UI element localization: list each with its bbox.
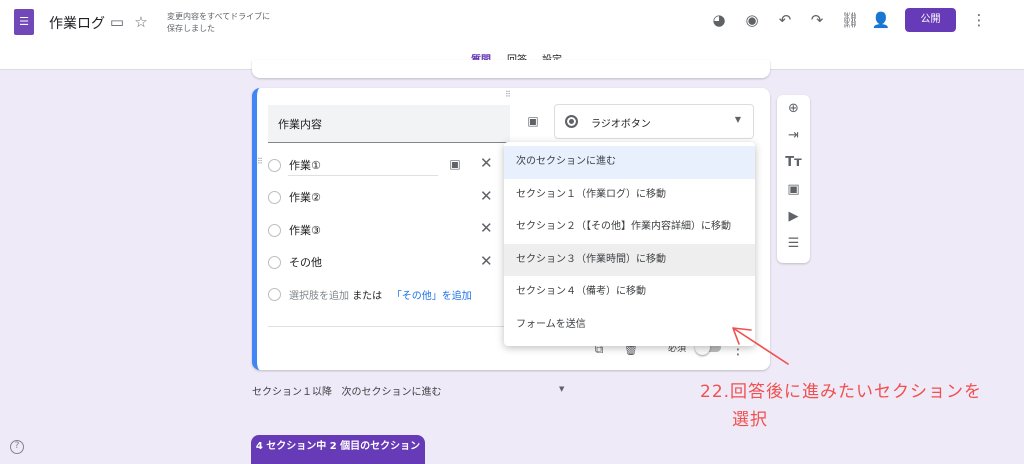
save-status-line1: 変更内容をすべてドライブに bbox=[167, 12, 271, 21]
after-section-row[interactable]: セクション１以降 次のセクションに進む ▼ bbox=[252, 383, 572, 398]
question-title: 作業内容 bbox=[278, 118, 322, 131]
dropdown-arrow-icon: ▼ bbox=[559, 385, 565, 393]
option-3[interactable]: 作業③ bbox=[268, 222, 321, 238]
radio-icon bbox=[268, 223, 281, 237]
option-label[interactable]: 作業② bbox=[289, 189, 321, 205]
option-1[interactable]: 作業① bbox=[268, 157, 321, 173]
remove-option-icon[interactable]: ✕ bbox=[480, 219, 493, 237]
annotation-arrow bbox=[732, 327, 789, 365]
add-image-icon[interactable]: ▣ bbox=[777, 176, 810, 203]
undo-icon[interactable]: ↶ bbox=[774, 10, 796, 30]
radio-icon bbox=[268, 158, 281, 172]
add-option-row: 選択肢を追加 または 「その他」を追加 bbox=[268, 287, 472, 302]
option-2[interactable]: 作業② bbox=[268, 189, 321, 205]
option-label[interactable]: 作業① bbox=[289, 157, 321, 173]
folder-icon[interactable]: ▭ bbox=[106, 12, 128, 32]
radio-icon bbox=[268, 255, 281, 269]
add-section-icon[interactable]: ☰ bbox=[777, 230, 810, 257]
menu-item-section-2[interactable]: セクション２（【その他】作業内容詳細）に移動 bbox=[504, 211, 755, 244]
link-icon[interactable]: ⛓ bbox=[839, 10, 861, 30]
option-label[interactable]: その他 bbox=[289, 254, 322, 270]
add-question-icon[interactable]: ⊕ bbox=[777, 95, 810, 122]
add-option-link[interactable]: 選択肢を追加 bbox=[289, 287, 349, 302]
option-image-icon[interactable]: ▣ bbox=[444, 154, 466, 174]
radio-icon bbox=[268, 190, 281, 204]
add-title-icon[interactable]: Tт bbox=[777, 149, 810, 176]
menu-item-section-3[interactable]: セクション３（作業時間）に移動 bbox=[504, 243, 755, 276]
add-video-icon[interactable]: ▶ bbox=[777, 203, 810, 230]
more-vert-icon[interactable]: ⋮ bbox=[968, 10, 990, 30]
or-text: または bbox=[352, 291, 383, 302]
forms-logo-icon: ☰ bbox=[14, 9, 34, 35]
option-drag-icon[interactable]: ⠿ bbox=[257, 157, 263, 166]
option-underline bbox=[288, 175, 438, 176]
annotation-line-1: 22.回答後に進みたいセクションを bbox=[700, 382, 983, 402]
question-type-select[interactable]: ラジオボタン ▼ bbox=[554, 104, 754, 139]
redo-icon[interactable]: ↷ bbox=[806, 10, 828, 30]
remove-option-icon[interactable]: ✕ bbox=[480, 154, 493, 172]
annotation-line-2: 選択 bbox=[732, 410, 768, 430]
star-icon[interactable]: ☆ bbox=[130, 12, 152, 32]
import-questions-icon[interactable]: ⇥ bbox=[777, 122, 810, 149]
dropdown-arrow-icon: ▼ bbox=[734, 115, 741, 124]
remove-option-icon[interactable]: ✕ bbox=[480, 252, 493, 270]
menu-item-next-section[interactable]: 次のセクションに進む bbox=[504, 146, 755, 179]
option-label[interactable]: 作業③ bbox=[289, 222, 321, 238]
add-collaborator-icon[interactable]: 👤 bbox=[870, 10, 892, 30]
preview-eye-icon[interactable]: ◉ bbox=[741, 10, 763, 30]
save-status: 変更内容をすべてドライブに 保存しました bbox=[167, 11, 270, 35]
menu-item-section-4[interactable]: セクション４（備考）に移動 bbox=[504, 276, 755, 309]
form-title[interactable]: 作業ログ bbox=[49, 13, 105, 33]
add-other-link[interactable]: 「その他」を追加 bbox=[392, 287, 472, 302]
after-section-value[interactable]: 次のセクションに進む bbox=[342, 387, 442, 398]
menu-item-section-1[interactable]: セクション１（作業ログ）に移動 bbox=[504, 179, 755, 212]
annotation-text: 22.回答後に進みたいセクションを 選択 bbox=[700, 378, 982, 434]
publish-button[interactable]: 公開 bbox=[905, 8, 956, 32]
image-icon[interactable]: ▣ bbox=[522, 111, 544, 131]
question-title-input[interactable]: 作業内容 bbox=[268, 105, 510, 143]
section-count-tab: 4 セクション中 2 個目のセクション bbox=[251, 435, 425, 464]
previous-card bbox=[252, 60, 770, 78]
go-to-section-menu: 次のセクションに進む セクション１（作業ログ）に移動 セクション２（【その他】作… bbox=[504, 142, 755, 346]
remove-option-icon[interactable]: ✕ bbox=[480, 187, 493, 205]
option-other[interactable]: その他 bbox=[268, 254, 322, 270]
save-status-line2: 保存しました bbox=[167, 24, 215, 33]
after-section-label: セクション１以降 bbox=[252, 387, 332, 398]
palette-icon[interactable]: ◕ bbox=[708, 10, 730, 30]
drag-handle-icon[interactable]: ⠿ bbox=[505, 90, 511, 99]
floating-toolbar: ⊕ ⇥ Tт ▣ ▶ ☰ bbox=[777, 95, 810, 263]
radio-icon bbox=[268, 288, 281, 301]
menu-item-submit-form[interactable]: フォームを送信 bbox=[504, 309, 755, 342]
question-type-label: ラジオボタン bbox=[591, 119, 651, 130]
radio-checked-icon bbox=[565, 115, 578, 128]
help-icon[interactable]: ? bbox=[10, 440, 24, 454]
